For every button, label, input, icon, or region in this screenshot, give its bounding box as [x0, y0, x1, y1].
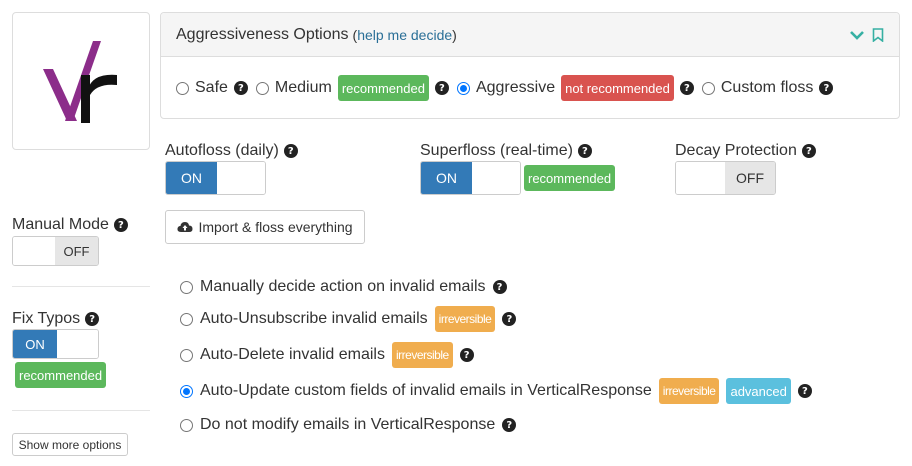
irreversible-badge: irreversible	[391, 342, 453, 368]
manual-mode-toggle[interactable]: OFF	[12, 236, 99, 266]
cloud-upload-icon	[177, 222, 193, 232]
invalid-option-unsubscribe[interactable]: Auto-Unsubscribe invalid emails irrevers…	[180, 306, 517, 332]
radio-aggressive[interactable]	[456, 81, 470, 95]
question-circle-icon[interactable]: ?	[679, 81, 694, 95]
help-close-paren: )	[452, 26, 457, 43]
show-more-options-button[interactable]: Show more options	[12, 433, 128, 456]
aggressiveness-options: Safe ? Medium recommended ? Aggressive n…	[161, 57, 899, 119]
toggle-handle	[13, 237, 55, 265]
invalid-option-no-modify-label: Do not modify emails in VerticalResponse	[200, 416, 496, 433]
manual-mode-label-row: Manual Mode ?	[12, 216, 128, 234]
question-circle-icon[interactable]: ?	[801, 144, 816, 158]
irreversible-badge: irreversible	[434, 306, 496, 332]
panel-header-icons	[850, 27, 884, 42]
option-safe-label: Safe	[195, 79, 228, 96]
question-circle-icon[interactable]: ?	[283, 144, 298, 158]
question-circle-icon[interactable]: ?	[502, 418, 517, 432]
invalid-option-update[interactable]: Auto-Update custom fields of invalid ema…	[180, 378, 812, 404]
help-me-decide-link[interactable]: help me decide	[357, 27, 452, 43]
question-circle-icon[interactable]: ?	[819, 81, 834, 95]
irreversible-badge: irreversible	[658, 378, 720, 404]
import-button-label: Import & floss everything	[198, 219, 353, 235]
question-circle-icon[interactable]: ?	[502, 312, 517, 326]
aggressiveness-panel: Aggressiveness Options (help me decide) …	[160, 12, 900, 119]
question-circle-icon[interactable]: ?	[113, 218, 128, 232]
decay-off: OFF	[725, 162, 775, 194]
superfloss-toggle[interactable]: ON	[420, 161, 521, 195]
invalid-option-unsubscribe-label: Auto-Unsubscribe invalid emails	[200, 310, 428, 327]
fix-typos-on: ON	[13, 330, 57, 358]
radio-auto-unsubscribe[interactable]	[180, 312, 193, 326]
toggle-handle	[217, 162, 265, 194]
decay-protection-toggle[interactable]: OFF	[675, 161, 776, 195]
superfloss-label-row: Superfloss (real-time) ?	[420, 142, 592, 160]
superfloss-label: Superfloss (real-time)	[420, 142, 573, 159]
verticalresponse-logo	[43, 41, 117, 123]
option-medium-label: Medium	[274, 79, 332, 96]
autofloss-toggle[interactable]: ON	[165, 161, 266, 195]
help-wrap: (help me decide)	[353, 27, 457, 43]
toggle-handle	[472, 162, 520, 194]
logo-container	[12, 12, 150, 150]
toggle-handle	[676, 162, 725, 194]
question-circle-icon[interactable]: ?	[797, 384, 812, 398]
invalid-option-manual[interactable]: Manually decide action on invalid emails…	[180, 278, 507, 296]
autofloss-label: Autofloss (daily)	[165, 142, 279, 159]
not-recommended-badge: not recommended	[561, 75, 674, 101]
question-circle-icon[interactable]: ?	[577, 144, 592, 158]
invalid-option-delete[interactable]: Auto-Delete invalid emails irreversible …	[180, 342, 474, 368]
superfloss-recommended-badge: recommended	[524, 165, 616, 191]
radio-auto-delete[interactable]	[180, 348, 193, 362]
radio-safe[interactable]	[176, 81, 189, 95]
manual-mode-off: OFF	[55, 237, 98, 265]
bookmark-icon[interactable]	[872, 27, 884, 42]
radio-medium[interactable]	[255, 81, 269, 95]
fix-typos-recommended-badge: recommended	[15, 362, 107, 388]
radio-manual-decide[interactable]	[180, 280, 193, 294]
autofloss-label-row: Autofloss (daily) ?	[165, 142, 298, 160]
option-aggressive[interactable]: Aggressive not recommended ?	[456, 75, 694, 101]
fix-typos-label-row: Fix Typos ?	[12, 310, 100, 328]
invalid-option-no-modify[interactable]: Do not modify emails in VerticalResponse…	[180, 416, 517, 434]
option-medium[interactable]: Medium recommended ?	[255, 75, 449, 101]
fix-typos-label: Fix Typos	[12, 310, 81, 327]
invalid-option-update-label: Auto-Update custom fields of invalid ema…	[200, 382, 652, 399]
radio-do-not-modify[interactable]	[180, 418, 193, 432]
fix-typos-toggle[interactable]: ON	[12, 329, 99, 359]
panel-title: Aggressiveness Options	[176, 25, 349, 43]
option-aggressive-label: Aggressive	[475, 79, 556, 96]
question-circle-icon[interactable]: ?	[85, 312, 100, 326]
option-custom-floss-label: Custom floss	[720, 79, 814, 96]
radio-auto-update[interactable]	[180, 384, 193, 398]
option-safe[interactable]: Safe ?	[176, 79, 248, 97]
chevron-down-icon[interactable]	[850, 30, 864, 40]
question-circle-icon[interactable]: ?	[233, 81, 248, 95]
advanced-badge: advanced	[726, 378, 791, 404]
panel-header: Aggressiveness Options (help me decide)	[161, 13, 899, 57]
option-custom-floss[interactable]: Custom floss ?	[701, 79, 834, 97]
manual-mode-label: Manual Mode	[12, 216, 109, 233]
recommended-badge: recommended	[337, 75, 429, 101]
decay-protection-label: Decay Protection	[675, 142, 797, 159]
question-circle-icon[interactable]: ?	[492, 280, 507, 294]
show-more-label: Show more options	[18, 437, 122, 452]
superfloss-on: ON	[421, 162, 472, 194]
invalid-option-manual-label: Manually decide action on invalid emails	[200, 278, 486, 295]
autofloss-on: ON	[166, 162, 217, 194]
question-circle-icon[interactable]: ?	[434, 81, 449, 95]
question-circle-icon[interactable]: ?	[459, 348, 474, 362]
decay-label-row: Decay Protection ?	[675, 142, 816, 160]
divider	[12, 410, 150, 411]
toggle-handle	[57, 330, 98, 358]
import-floss-button[interactable]: Import & floss everything	[165, 210, 365, 244]
radio-custom-floss[interactable]	[701, 81, 715, 95]
invalid-option-delete-label: Auto-Delete invalid emails	[200, 346, 385, 363]
divider	[12, 286, 150, 287]
